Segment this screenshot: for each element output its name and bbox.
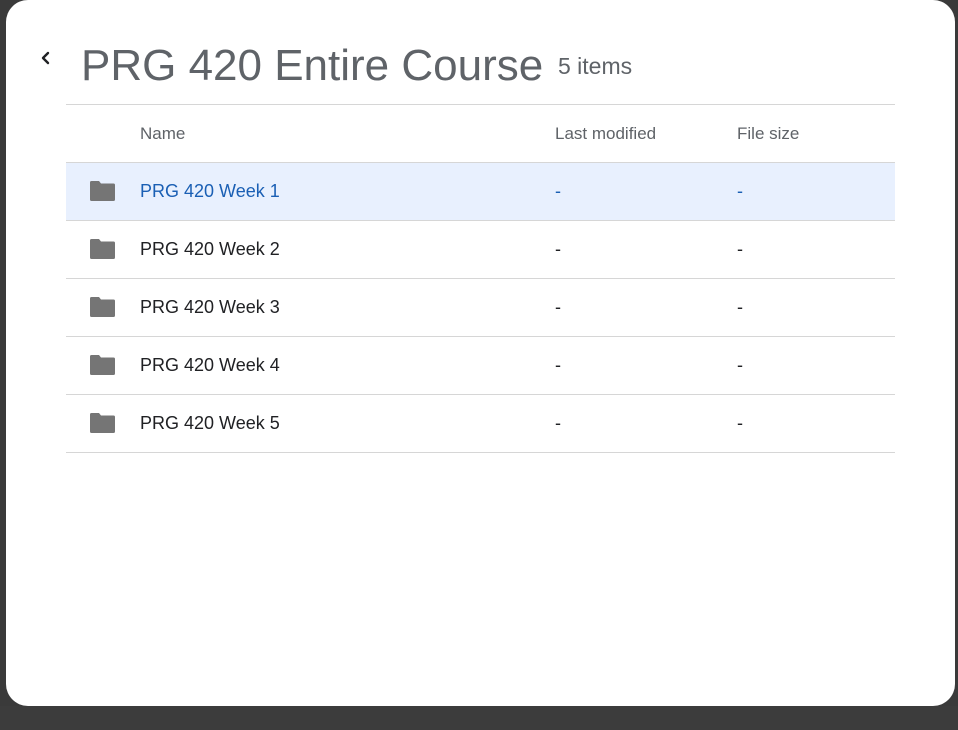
row-file-size: - [737,297,743,317]
folder-dialog: PRG 420 Entire Course 5 items Name Last … [6,0,955,706]
folder-icon [90,297,115,317]
table-row[interactable]: PRG 420 Week 1 - - [66,162,895,220]
file-table: Name Last modified File size PRG 420 Wee… [66,104,895,453]
row-name[interactable]: PRG 420 Week 3 [140,279,280,336]
folder-icon [90,355,115,375]
table-row[interactable]: PRG 420 Week 5 - - [66,394,895,453]
row-file-size: - [737,239,743,259]
row-last-modified: - [555,239,561,259]
row-file-size: - [737,413,743,433]
row-last-modified: - [555,297,561,317]
row-last-modified: - [555,355,561,375]
table-row[interactable]: PRG 420 Week 2 - - [66,220,895,278]
column-header-last-modified[interactable]: Last modified [555,105,656,162]
row-name[interactable]: PRG 420 Week 2 [140,221,280,278]
back-button[interactable] [34,44,58,72]
row-last-modified: - [555,181,561,201]
folder-title: PRG 420 Entire Course [81,41,544,90]
row-name[interactable]: PRG 420 Week 4 [140,337,280,394]
item-count: 5 items [558,53,633,79]
table-row[interactable]: PRG 420 Week 3 - - [66,278,895,336]
row-file-size: - [737,355,743,375]
row-file-size: - [737,181,743,201]
background-breadcrumb-bar [0,706,958,730]
folder-icon [90,413,115,433]
folder-icon [90,181,115,201]
table-header: Name Last modified File size [66,104,895,162]
column-header-file-size[interactable]: File size [737,105,799,162]
table-row[interactable]: PRG 420 Week 4 - - [66,336,895,394]
row-last-modified: - [555,413,561,433]
chevron-left-icon [41,51,50,65]
row-name[interactable]: PRG 420 Week 5 [140,395,280,452]
column-header-name[interactable]: Name [140,105,185,162]
row-name[interactable]: PRG 420 Week 1 [140,163,280,220]
folder-icon [90,239,115,259]
